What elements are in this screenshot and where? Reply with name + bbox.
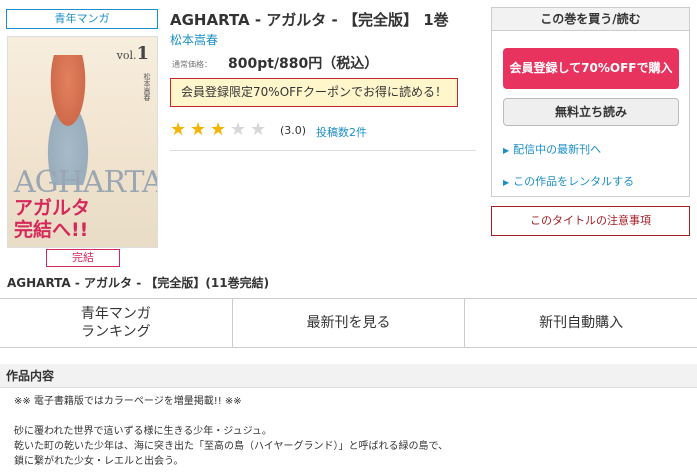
latest-volume-button[interactable]: 最新刊を見る [231, 299, 465, 347]
star-icon: ★ [210, 119, 227, 140]
register-buy-button[interactable]: 会員登録して70%OFFで購入 [503, 48, 679, 89]
cover-volume: vol.1 [116, 43, 149, 64]
star-icon: ★ [170, 119, 187, 140]
cover-title-logo: AGHARTA [14, 165, 158, 200]
review-count-link[interactable]: 投稿数2件 [316, 124, 367, 140]
triangle-right-icon: ▶ [503, 178, 510, 187]
title-notice-button[interactable]: このタイトルの注意事項 [491, 206, 690, 236]
star-icon: ★ [190, 119, 207, 140]
divider [170, 150, 476, 151]
action-nav: 青年マンガ ランキング 最新刊を見る 新刊自動購入 [0, 298, 697, 348]
description-text: ※※ 電子書籍版ではカラーページを増量掲載!! ※※ 砂に覆われた世界で這いずる… [14, 396, 449, 467]
cover-catchcopy: アガルタ 完結へ!! [14, 197, 91, 241]
rental-link[interactable]: ▶ この作品をレンタルする [503, 173, 634, 189]
star-empty-icon: ★ [230, 119, 247, 140]
free-preview-button[interactable]: 無料立ち読み [503, 98, 679, 126]
rating-value: (3.0) [280, 124, 307, 137]
genre-ranking-button[interactable]: 青年マンガ ランキング [0, 299, 232, 347]
description-heading: 作品内容 [0, 364, 697, 388]
purchase-panel-heading: この巻を買う/読む [492, 8, 689, 31]
triangle-right-icon: ▶ [503, 146, 510, 155]
book-cover-image[interactable]: vol.1 松本嵩春 AGHARTA アガルタ 完結へ!! [7, 36, 158, 248]
latest-volume-link[interactable]: ▶ 配信中の最新刊へ [503, 141, 601, 157]
rating-stars: ★ ★ ★ ★ ★ [170, 121, 270, 139]
purchase-panel: この巻を買う/読む 会員登録して70%OFFで購入 無料立ち読み ▶ 配信中の最新… [491, 7, 690, 197]
complete-badge: 完結 [46, 249, 120, 267]
series-title: AGHARTA - アガルタ - 【完全版】(11巻完結) [7, 276, 270, 290]
auto-purchase-button[interactable]: 新刊自動購入 [464, 299, 697, 347]
coupon-banner[interactable]: 会員登録限定70%OFFクーポンでお得に読める！ [170, 78, 458, 107]
star-empty-icon: ★ [250, 119, 267, 140]
price-value: 800pt/880円（税込） [228, 56, 379, 72]
author-link[interactable]: 松本嵩春 [170, 31, 218, 48]
price-label: 通常価格： [172, 60, 212, 69]
book-title: AGHARTA - アガルタ - 【完全版】 1巻 [170, 11, 449, 29]
cover-side-text: 松本嵩春 [143, 73, 151, 101]
genre-tag[interactable]: 青年マンガ [6, 9, 158, 29]
